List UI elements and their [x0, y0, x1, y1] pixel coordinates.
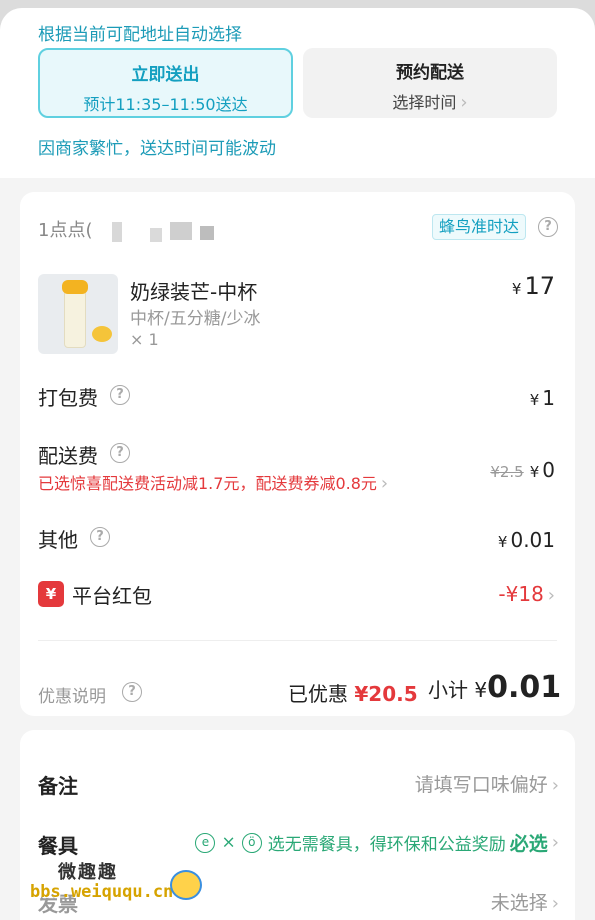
- checkout-sheet: 根据当前可配地址自动选择 立即送出 预计11:35–11:50送达 预约配送 选…: [0, 8, 595, 920]
- red-packet-label: 平台红包: [72, 584, 152, 608]
- product-image: [38, 274, 118, 354]
- help-icon[interactable]: ?: [538, 217, 558, 237]
- busy-hint: 因商家繁忙，送达时间可能波动: [38, 139, 276, 159]
- deliver-now-eta: 预计11:35–11:50送达: [83, 95, 248, 114]
- note-label: 备注: [38, 774, 78, 798]
- blurred-text: [200, 226, 214, 240]
- watermark-url: bbs.weiququ.cn: [30, 882, 174, 902]
- help-icon[interactable]: ?: [90, 527, 110, 547]
- invoice-selector[interactable]: 未选择 ›: [491, 888, 559, 915]
- cup-shape: [64, 288, 86, 348]
- mango-topping-shape: [62, 280, 88, 294]
- product-name: 奶绿装芒-中杯: [130, 280, 258, 304]
- saved-amount: 已优惠 ¥20.5: [288, 682, 418, 706]
- chevron-right-icon: ›: [380, 473, 389, 494]
- chevron-right-icon: ›: [551, 893, 559, 914]
- owl-icon: ö: [241, 832, 262, 853]
- tableware-text: 选无需餐具，得环保和公益奖励: [267, 835, 506, 855]
- other-fee-value: ¥0.01: [497, 528, 555, 552]
- help-icon[interactable]: ?: [110, 443, 130, 463]
- chevron-right-icon: ›: [551, 832, 559, 853]
- select-time-label: 选择时间: [392, 93, 457, 112]
- shop-name: 1点点(: [38, 220, 93, 241]
- deliver-now-option[interactable]: 立即送出 预计11:35–11:50送达: [38, 48, 293, 118]
- delivery-time-card: 根据当前可配地址自动选择 立即送出 预计11:35–11:50送达 预约配送 选…: [0, 8, 595, 178]
- watermark-mascot-icon: [170, 870, 202, 900]
- promo-info-label: 优惠说明: [38, 687, 106, 707]
- other-fee-label: 其他: [38, 528, 78, 552]
- delivery-fee-promo[interactable]: 已选惊喜配送费活动减1.7元，配送费券减0.8元 ›: [38, 470, 388, 494]
- deliver-now-title: 立即送出: [131, 65, 200, 85]
- cross-icon: ×: [221, 832, 236, 853]
- product-spec: 中杯/五分糖/少冰: [130, 309, 261, 329]
- chevron-right-icon: ›: [460, 92, 468, 113]
- help-icon[interactable]: ?: [122, 682, 142, 702]
- blurred-text: [150, 228, 162, 242]
- schedule-delivery-title: 预约配送: [396, 63, 464, 83]
- blurred-text: [112, 222, 122, 242]
- divider: [38, 640, 557, 641]
- chevron-right-icon: ›: [547, 585, 555, 606]
- blurred-text: [170, 222, 192, 240]
- tableware-label: 餐具: [38, 834, 78, 858]
- eco-leaf-icon: e: [195, 832, 216, 853]
- packing-fee-label: 打包费: [38, 386, 98, 410]
- subtotal: 小计 ¥0.01: [428, 670, 562, 705]
- schedule-delivery-option[interactable]: 预约配送 选择时间 ›: [303, 48, 557, 118]
- chevron-right-icon: ›: [551, 775, 559, 796]
- help-icon[interactable]: ?: [110, 385, 130, 405]
- product-price: ¥17: [511, 272, 555, 300]
- fengniao-ontime-badge: 蜂鸟准时达: [432, 214, 527, 240]
- product-quantity: × 1: [130, 330, 159, 349]
- note-input[interactable]: 请填写口味偏好 ›: [415, 770, 559, 797]
- required-badge: 必选: [509, 833, 548, 855]
- mango-slice-shape: [92, 326, 112, 342]
- delivery-fee-label: 配送费: [38, 444, 98, 468]
- order-card: 1点点( 蜂鸟准时达 ? 奶绿装芒-中杯 中杯/五分糖/少冰 × 1 ¥17 打…: [20, 192, 575, 716]
- red-packet-icon: ¥: [38, 581, 64, 607]
- tableware-selector[interactable]: e × ö 选无需餐具，得环保和公益奖励 必选 ›: [195, 829, 559, 856]
- auto-select-hint: 根据当前可配地址自动选择: [38, 25, 242, 45]
- site-watermark: 微趣趣 bbs.weiququ.cn: [30, 858, 202, 912]
- watermark-title: 微趣趣: [58, 862, 118, 883]
- delivery-fee-value: ¥2.5 ¥0: [490, 458, 555, 482]
- red-packet-value[interactable]: -¥18 ›: [498, 582, 555, 606]
- packing-fee-value: ¥1: [529, 386, 555, 410]
- delivery-fee-old-price: ¥2.5: [490, 463, 524, 481]
